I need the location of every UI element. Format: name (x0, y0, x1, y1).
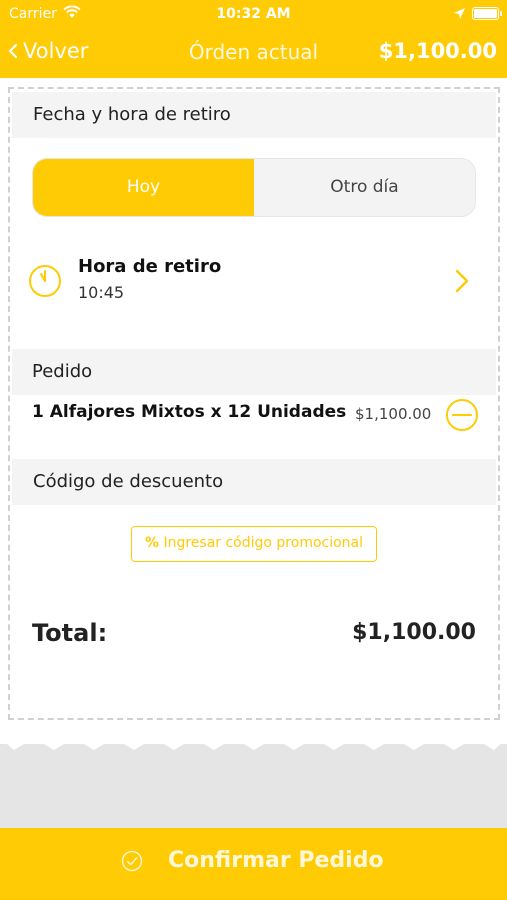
percent-icon: % (144, 535, 159, 551)
status-time: 10:32 AM (216, 6, 291, 22)
tab-other-day[interactable]: Otro día (254, 159, 475, 216)
order-item-name: 1 Alfajores Mixtos x 12 Unidades (32, 402, 347, 422)
header: Carrier 10:32 AM Volver Órden actual $1,… (0, 0, 507, 78)
total-label: Total: (32, 619, 108, 647)
battery-icon (472, 7, 502, 20)
header-total: $1,100.00 (378, 39, 497, 63)
confirm-order-button[interactable]: Confirmar Pedido (0, 828, 507, 900)
promo-code-button[interactable]: % Ingresar código promocional (131, 526, 377, 562)
promo-code-label: Ingresar código promocional (163, 535, 364, 551)
pickup-time-row[interactable]: Hora de retiro 10:45 (12, 240, 496, 320)
discount-section-header: Código de descuento (12, 459, 496, 505)
location-icon (454, 8, 465, 19)
nav-bar: Volver Órden actual $1,100.00 (0, 30, 507, 74)
total-value: $1,100.00 (352, 620, 476, 645)
status-bar: Carrier 10:32 AM (0, 0, 507, 28)
day-selector: Hoy Otro día (32, 158, 476, 217)
check-circle-icon (121, 850, 143, 872)
order-section-header: Pedido (12, 349, 496, 395)
chevron-right-icon (455, 269, 469, 293)
minus-circle-icon[interactable] (445, 398, 479, 432)
receipt-zigzag-edge (0, 732, 507, 750)
confirm-order-label: Confirmar Pedido (168, 848, 384, 873)
order-item-row: 1 Alfajores Mixtos x 12 Unidades $1,100.… (12, 395, 496, 435)
pickup-section-header: Fecha y hora de retiro (12, 92, 496, 138)
pickup-time-value: 10:45 (78, 283, 125, 302)
order-item-price: $1,100.00 (355, 405, 432, 423)
pickup-time-label: Hora de retiro (78, 256, 222, 277)
tab-today[interactable]: Hoy (33, 159, 254, 216)
clock-icon (29, 265, 61, 297)
